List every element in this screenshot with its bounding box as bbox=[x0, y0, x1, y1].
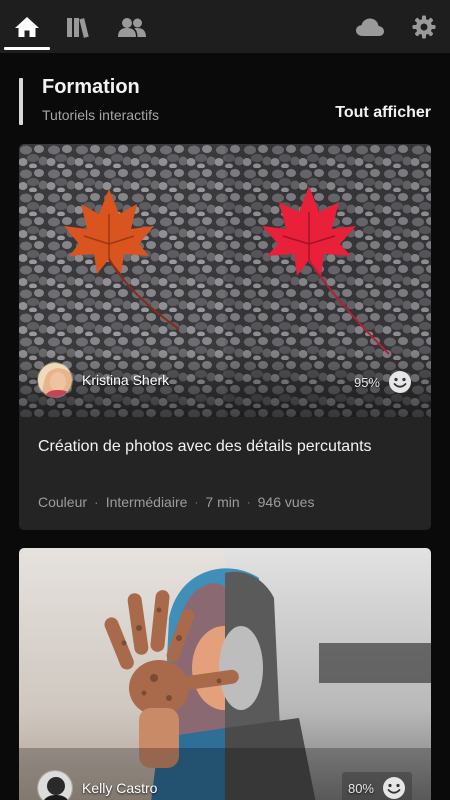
library-icon bbox=[67, 17, 89, 38]
smiley-icon bbox=[383, 777, 405, 799]
tutorial-title: Création de photos avec des détails perc… bbox=[38, 438, 372, 455]
cloud-icon bbox=[356, 18, 384, 36]
tutorial-author: Kelly Castro bbox=[37, 770, 157, 800]
tutorial-duration: 7 min bbox=[205, 494, 240, 510]
tutorial-category: Couleur bbox=[38, 494, 88, 510]
meta-separator: · bbox=[246, 495, 251, 509]
people-icon bbox=[118, 17, 146, 37]
tutorial-rating: 80% bbox=[341, 772, 412, 800]
avatar bbox=[37, 362, 73, 398]
tutorial-views: 946 vues bbox=[257, 494, 315, 510]
active-tab-indicator bbox=[4, 47, 50, 50]
meta-separator: · bbox=[94, 494, 99, 510]
section-subtitle: Tutoriels interactifs bbox=[42, 107, 159, 123]
smiley-icon bbox=[389, 371, 411, 393]
nav-home-tab[interactable] bbox=[4, 0, 50, 53]
tutorial-level: Intermédiaire bbox=[105, 494, 188, 510]
nav-people-tab[interactable] bbox=[110, 0, 154, 53]
section-title: Formation bbox=[42, 76, 140, 98]
rating-percent: 80% bbox=[347, 780, 374, 796]
author-name: Kelly Castro bbox=[82, 780, 158, 796]
meta-separator: · bbox=[194, 495, 199, 509]
nav-library-tab[interactable] bbox=[56, 0, 100, 53]
home-icon bbox=[15, 16, 39, 37]
tutorial-card[interactable]: Kelly Castro 80% bbox=[19, 548, 431, 800]
tutorial-card[interactable]: Kristina Sherk 95% Création de photos av… bbox=[19, 144, 431, 530]
avatar bbox=[37, 770, 73, 800]
tutorial-meta: Couleur · Intermédiaire · 7 min · 946 vu… bbox=[38, 494, 314, 510]
see-all-link[interactable]: Tout afficher bbox=[335, 104, 431, 122]
section-accent-bar bbox=[19, 78, 23, 125]
gear-icon bbox=[412, 15, 436, 38]
author-name: Kristina Sherk bbox=[82, 372, 170, 388]
tutorial-rating: 95% bbox=[354, 370, 412, 394]
rating-percent: 95% bbox=[353, 374, 380, 390]
tutorial-thumbnail-child bbox=[19, 548, 431, 800]
tutorial-author: Kristina Sherk bbox=[37, 362, 169, 398]
top-navigation-bar bbox=[0, 0, 450, 53]
nav-cloud-button[interactable] bbox=[348, 0, 392, 53]
rating-badge: 80% bbox=[341, 772, 412, 800]
nav-settings-button[interactable] bbox=[402, 0, 446, 53]
